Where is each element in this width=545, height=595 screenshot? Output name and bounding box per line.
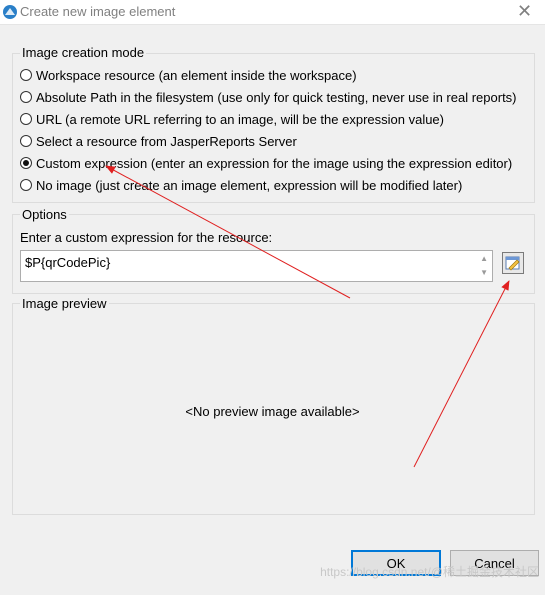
preview-group-label: Image preview xyxy=(20,296,109,311)
expression-editor-icon xyxy=(505,256,520,271)
radio-label: URL (a remote URL referring to an image,… xyxy=(36,111,444,127)
creation-mode-group-label: Image creation mode xyxy=(20,45,147,60)
radio-label: Absolute Path in the filesystem (use onl… xyxy=(36,89,517,105)
close-icon[interactable]: ✕ xyxy=(517,1,532,21)
expression-field[interactable]: $P{qrCodePic} ▲ ▼ xyxy=(20,250,493,282)
radio-indicator[interactable] xyxy=(20,135,32,147)
radio-label: Select a resource from JasperReports Ser… xyxy=(36,133,297,149)
radio-label: Custom expression (enter an expression f… xyxy=(36,155,513,171)
radio-indicator-selected[interactable] xyxy=(20,157,32,169)
scroll-up-icon[interactable]: ▲ xyxy=(480,254,488,263)
radio-indicator[interactable] xyxy=(20,113,32,125)
radio-url[interactable]: URL (a remote URL referring to an image,… xyxy=(20,110,444,128)
jaspersoft-app-icon xyxy=(3,5,17,19)
radio-absolute-path[interactable]: Absolute Path in the filesystem (use onl… xyxy=(20,88,517,106)
radio-custom-expression[interactable]: Custom expression (enter an expression f… xyxy=(20,154,512,172)
radio-indicator[interactable] xyxy=(20,91,32,103)
radio-label: Workspace resource (an element inside th… xyxy=(36,67,357,83)
expression-label: Enter a custom expression for the resour… xyxy=(20,230,273,245)
watermark-text: https://blog.csdn.net/@稀土掘金技术社区 xyxy=(320,565,539,579)
title-bar: Create new image element ✕ xyxy=(0,0,545,25)
window-title: Create new image element xyxy=(20,4,176,19)
expression-value: $P{qrCodePic} xyxy=(25,255,111,270)
options-group-label: Options xyxy=(20,207,69,222)
scroll-down-icon[interactable]: ▼ xyxy=(480,268,488,277)
expression-editor-button[interactable] xyxy=(502,252,524,274)
radio-label: No image (just create an image element, … xyxy=(36,177,463,193)
radio-jasperreports-server[interactable]: Select a resource from JasperReports Ser… xyxy=(20,132,297,150)
no-preview-text: <No preview image available> xyxy=(185,404,360,419)
radio-workspace-resource[interactable]: Workspace resource (an element inside th… xyxy=(20,66,357,84)
radio-no-image[interactable]: No image (just create an image element, … xyxy=(20,176,462,194)
radio-indicator[interactable] xyxy=(20,179,32,191)
radio-indicator[interactable] xyxy=(20,69,32,81)
